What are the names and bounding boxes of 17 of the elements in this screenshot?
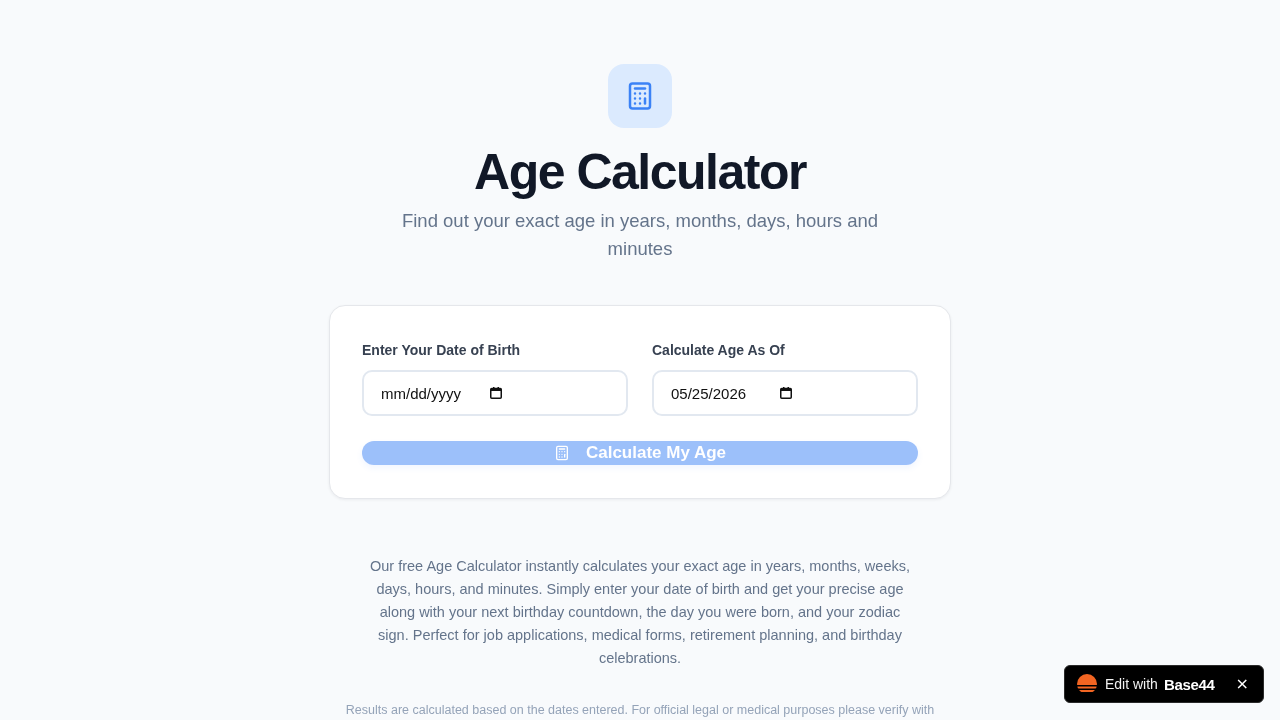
calculator-icon bbox=[608, 64, 672, 128]
close-button[interactable]: × bbox=[1233, 676, 1251, 692]
page-title: Age Calculator bbox=[474, 144, 806, 200]
calendar-icon[interactable] bbox=[780, 387, 792, 399]
badge-label: Edit with bbox=[1105, 676, 1158, 692]
date-field[interactable]: 05/25/2026 bbox=[652, 370, 918, 416]
description-text: Our free Age Calculator instantly calculates your exact age in years, months, weeks, days, hours, and minutes. Simply enter your date of birth and get your precise age along with your next birthday countdown, the day you were born, and your zodiac sign. Perfect for job applications, medical forms, retirement planning, and birthday celebrations. bbox=[369, 557, 911, 668]
calendar-icon[interactable] bbox=[490, 387, 502, 399]
sunset-logo-icon bbox=[1077, 674, 1097, 694]
date-field[interactable]: mm/dd/yyyy bbox=[362, 370, 628, 416]
disclaimer-text: Results are calculated based on the dates entered. For official legal or medical purposes please verify with bbox=[344, 702, 936, 718]
page-subtitle: Find out your exact age in years, months, days, hours and minutes bbox=[400, 209, 880, 261]
field-label: Enter Your Date of Birth bbox=[362, 341, 522, 360]
edit-badge[interactable]: Edit with Base44 × bbox=[1064, 665, 1264, 703]
field-label: Calculate Age As Of bbox=[652, 341, 786, 360]
calculator-icon bbox=[553, 445, 570, 461]
brand-name: Base44 bbox=[1163, 675, 1215, 693]
